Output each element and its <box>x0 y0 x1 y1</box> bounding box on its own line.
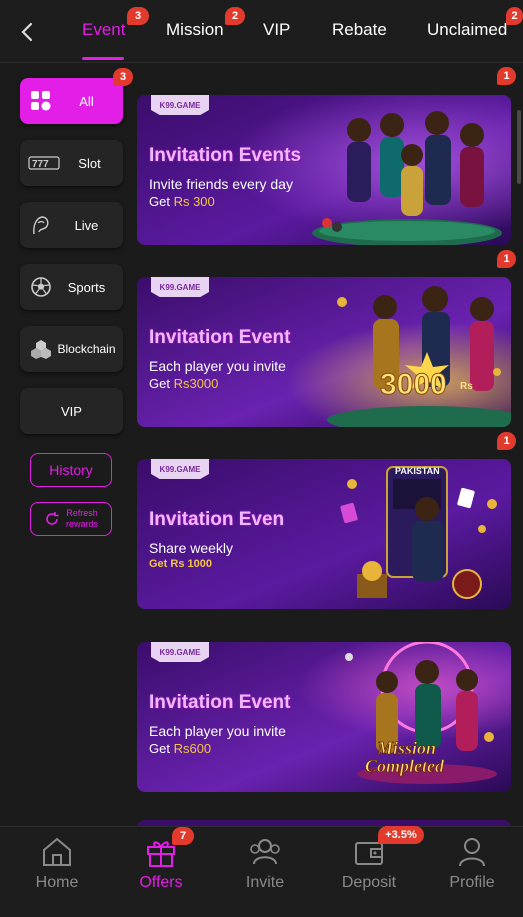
refresh-rewards-button[interactable]: Refresh rewards <box>30 502 112 536</box>
tab-unclaimed[interactable]: Unclaimed <box>427 20 507 40</box>
home-icon <box>43 837 71 866</box>
banner-badge: 1 <box>497 250 516 268</box>
banner-artwork: Mission Completed <box>137 642 511 792</box>
sidebar-item-vip[interactable]: VIP <box>20 388 123 434</box>
tab-vip[interactable]: VIP <box>263 20 290 40</box>
banner-badge: 1 <box>497 432 516 450</box>
nav-invite[interactable]: Invite <box>230 836 300 892</box>
offers-badge: 7 <box>172 827 194 845</box>
banner-badge: 1 <box>497 67 516 85</box>
banner-invitation-weekly[interactable]: PAKISTAN K99.GAME Invitation Even Share … <box>137 459 511 609</box>
grid-icon <box>28 88 54 114</box>
svg-text:777: 777 <box>32 159 49 170</box>
refresh-icon <box>46 512 59 525</box>
nav-profile[interactable]: Profile <box>437 836 507 892</box>
blockchain-icon <box>28 336 54 362</box>
banner-invitation-event-3000[interactable]: 3000 Rs K99.GAME Invitation Event Each p… <box>137 277 511 427</box>
sidebar-item-sports[interactable]: Sports <box>20 264 123 310</box>
history-button[interactable]: History <box>30 453 112 487</box>
sidebar-all-badge: 3 <box>113 68 133 86</box>
profile-icon <box>459 838 485 867</box>
scrollbar[interactable] <box>517 110 521 184</box>
soccer-ball-icon <box>28 274 54 300</box>
svg-text:Rs: Rs <box>460 381 473 392</box>
svg-text:Completed: Completed <box>365 756 445 776</box>
nav-deposit[interactable]: Deposit <box>334 836 404 892</box>
tab-mission[interactable]: Mission <box>166 20 224 40</box>
sidebar-item-live[interactable]: Live <box>20 202 123 248</box>
chevron-left-icon <box>21 22 33 42</box>
sidebar-item-all[interactable]: All <box>20 78 123 124</box>
sidebar-item-slot[interactable]: 777 Slot <box>20 140 123 186</box>
svg-text:PAKISTAN: PAKISTAN <box>395 466 440 476</box>
tab-event[interactable]: Event <box>82 20 125 40</box>
nav-home[interactable]: Home <box>22 836 92 892</box>
slot-777-icon: 777 <box>28 150 60 176</box>
invite-people-icon <box>250 839 280 865</box>
banner-invitation-mission[interactable]: Mission Completed K99.GAME Invitation Ev… <box>137 642 511 792</box>
dealer-icon <box>28 212 54 238</box>
tab-mission-badge: 2 <box>225 7 245 25</box>
svg-text:3000: 3000 <box>380 368 447 401</box>
banner-artwork: PAKISTAN <box>137 459 511 609</box>
back-button[interactable] <box>14 18 42 46</box>
sidebar-item-blockchain[interactable]: Blockchain <box>20 326 123 372</box>
active-tab-indicator <box>82 57 124 60</box>
banner-invitation-events[interactable]: K99.GAME Invitation Events Invite friend… <box>137 95 511 245</box>
svg-text:Mission: Mission <box>376 738 436 758</box>
banner-artwork: 3000 Rs <box>137 277 511 427</box>
tab-event-badge: 3 <box>127 7 149 25</box>
banner-artwork <box>137 95 511 245</box>
tab-unclaimed-badge: 2 <box>506 7 523 25</box>
tab-rebate[interactable]: Rebate <box>332 20 387 40</box>
deposit-bonus-badge: +3.5% <box>378 826 424 844</box>
